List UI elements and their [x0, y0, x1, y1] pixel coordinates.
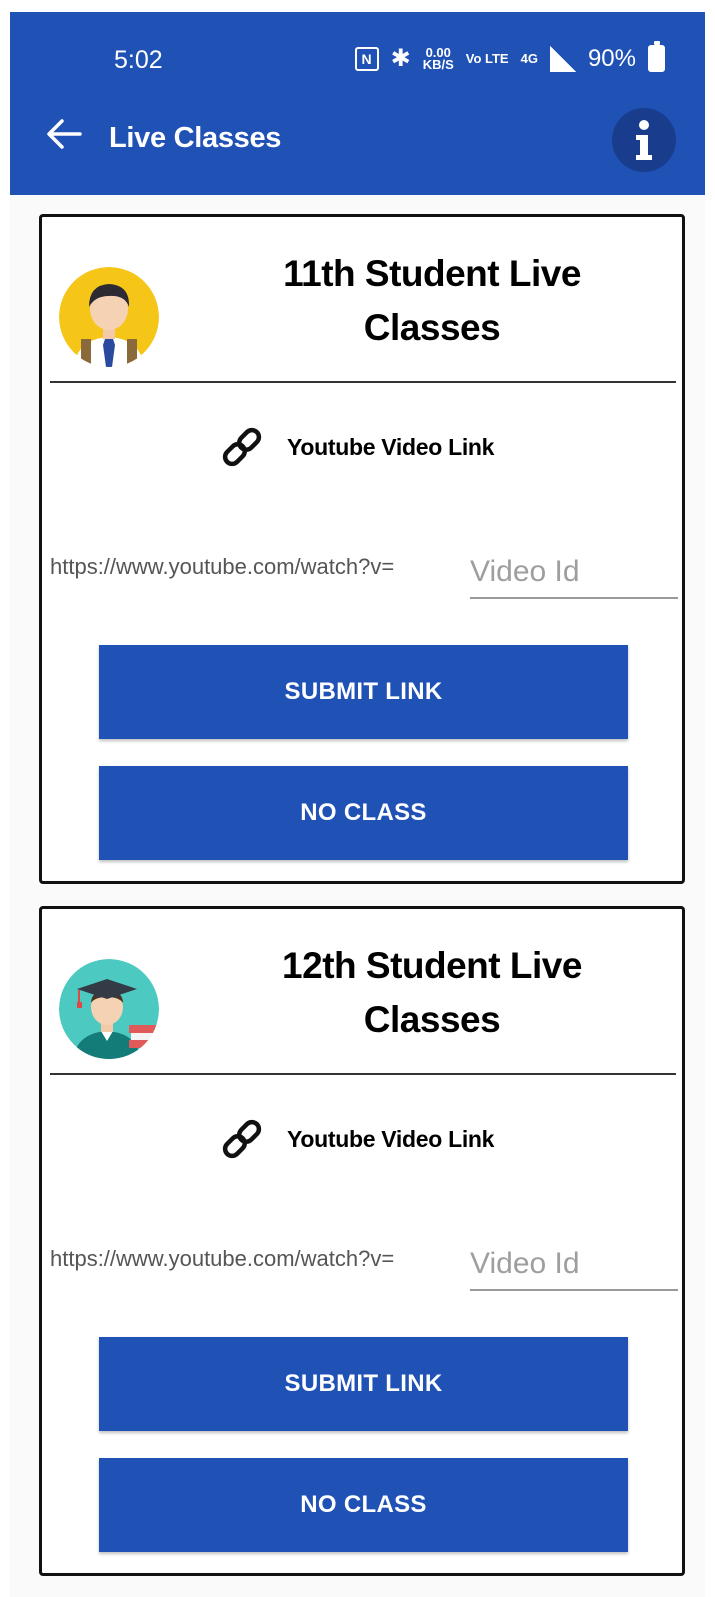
- youtube-link-row: Youtube Video Link: [217, 422, 494, 472]
- no-class-button[interactable]: NO CLASS: [99, 766, 628, 860]
- info-icon: [636, 120, 652, 160]
- status-icons: N ✱ 0.00 KB/S Vo LTE 4G 90%: [354, 41, 665, 73]
- app-bar: 5:02 N ✱ 0.00 KB/S Vo LTE 4G 90% Live Cl…: [10, 12, 705, 195]
- graduate-avatar-icon: [59, 959, 159, 1059]
- info-button[interactable]: [612, 108, 676, 172]
- submit-link-button[interactable]: SUBMIT LINK: [99, 645, 628, 739]
- youtube-link-row: Youtube Video Link: [217, 1114, 494, 1164]
- youtube-video-link-label: Youtube Video Link: [287, 433, 495, 460]
- video-id-input[interactable]: [470, 551, 678, 599]
- network-type: 4G: [520, 51, 538, 66]
- divider: [50, 1073, 676, 1075]
- network-speed: 0.00 KB/S: [422, 46, 454, 72]
- url-prefix: https://www.youtube.com/watch?v=: [50, 554, 395, 579]
- link-icon: [222, 1119, 262, 1159]
- class-card-12th: 12th Student Live Classes Youtube Video …: [39, 906, 685, 1576]
- url-prefix: https://www.youtube.com/watch?v=: [50, 1246, 395, 1271]
- nfc-icon: N: [354, 46, 379, 71]
- battery-icon: [648, 41, 665, 72]
- link-icon: [222, 427, 262, 467]
- battery-percent: 90%: [587, 44, 636, 72]
- back-button[interactable]: [42, 112, 86, 156]
- status-time: 5:02: [114, 46, 163, 74]
- video-id-input[interactable]: [470, 1243, 678, 1291]
- youtube-video-link-label: Youtube Video Link: [287, 1125, 495, 1152]
- divider: [50, 381, 676, 383]
- student-avatar-icon: [59, 267, 159, 367]
- card-title: 12th Student Live Classes: [282, 945, 582, 1040]
- speed-unit: KB/S: [422, 56, 454, 72]
- no-class-button[interactable]: NO CLASS: [99, 1458, 628, 1552]
- screen: 5:02 N ✱ 0.00 KB/S Vo LTE 4G 90% Live Cl…: [10, 12, 705, 1597]
- bluetooth-icon: ✱: [390, 45, 411, 72]
- class-card-11th: 11th Student Live Classes Youtube Video …: [39, 214, 685, 884]
- signal-icon: [549, 45, 576, 72]
- submit-link-button[interactable]: SUBMIT LINK: [99, 1337, 628, 1431]
- volte-icon: Vo LTE: [465, 51, 509, 66]
- arrow-left-icon: [47, 119, 82, 149]
- page-title: Live Classes: [109, 122, 282, 154]
- card-title: 11th Student Live Classes: [283, 253, 581, 348]
